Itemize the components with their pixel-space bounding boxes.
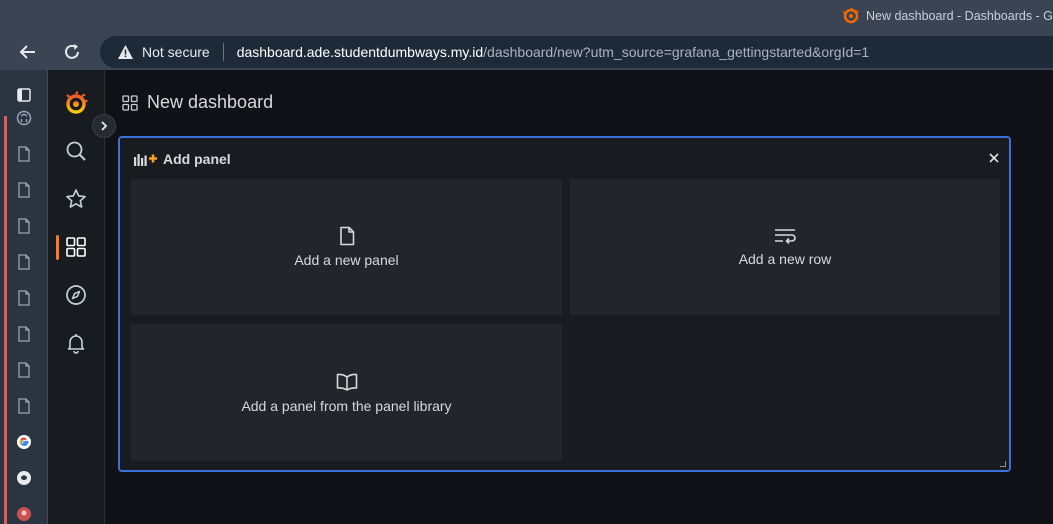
sidebar-item-page[interactable] bbox=[16, 218, 32, 234]
resize-handle[interactable] bbox=[1000, 461, 1006, 467]
warning-icon bbox=[117, 44, 134, 60]
dashboards-icon bbox=[65, 236, 87, 258]
nav-starred[interactable] bbox=[64, 187, 88, 211]
reload-button[interactable] bbox=[60, 40, 84, 64]
security-label[interactable]: Not secure bbox=[142, 44, 210, 60]
add-new-row-option[interactable]: Add a new row bbox=[570, 179, 1000, 315]
sidebar-item-github[interactable] bbox=[16, 470, 32, 486]
book-icon bbox=[336, 372, 358, 392]
google-icon bbox=[16, 434, 32, 450]
page-header: New dashboard bbox=[122, 92, 273, 113]
nav-dashboards[interactable] bbox=[64, 235, 88, 259]
address-bar[interactable]: Not secure dashboard.ade.studentdumbways… bbox=[100, 36, 1053, 68]
file-icon bbox=[338, 226, 356, 246]
row-icon bbox=[774, 227, 796, 245]
nav-active-indicator bbox=[56, 235, 59, 260]
sidebar-item-page[interactable] bbox=[16, 254, 32, 270]
add-panel-icon bbox=[134, 152, 158, 166]
chevron-right-icon bbox=[98, 120, 110, 132]
main-content: New dashboard Add panel Add a new panel … bbox=[105, 70, 1053, 524]
github-icon bbox=[16, 470, 32, 486]
add-new-panel-option[interactable]: Add a new panel bbox=[131, 179, 562, 315]
browser-navbar: Not secure dashboard.ade.studentdumbways… bbox=[0, 34, 1053, 70]
expand-menu-button[interactable] bbox=[92, 114, 116, 138]
sidebar-item-page[interactable] bbox=[16, 362, 32, 378]
browser-sidebar bbox=[0, 70, 48, 524]
url-path: /dashboard/new?utm_source=grafana_gettin… bbox=[483, 44, 870, 60]
url-host: dashboard.ade.studentdumbways.my.id bbox=[236, 44, 484, 60]
option-label: Add a new panel bbox=[294, 252, 399, 268]
sidebar-panel-toggle[interactable] bbox=[16, 87, 32, 103]
browser-titlebar: New dashboard - Dashboards - Gra bbox=[0, 0, 1053, 34]
nav-alerting[interactable] bbox=[64, 331, 88, 355]
grafana-logo-button[interactable] bbox=[64, 91, 88, 115]
search-icon bbox=[65, 140, 87, 162]
add-panel-widget: Add panel Add a new panel Add a new row … bbox=[118, 136, 1011, 472]
sidebar-group-indicator bbox=[4, 116, 7, 524]
sidebar-item-page[interactable] bbox=[16, 182, 32, 198]
sidebar-item-page[interactable] bbox=[16, 326, 32, 342]
grafana-favicon-icon bbox=[843, 8, 859, 24]
panel-title: Add panel bbox=[163, 151, 231, 167]
page-icon bbox=[17, 290, 31, 306]
grafana-logo-icon bbox=[64, 91, 88, 115]
back-button[interactable] bbox=[16, 40, 40, 64]
option-label: Add a panel from the panel library bbox=[241, 397, 452, 414]
close-icon bbox=[989, 153, 999, 163]
apps-icon bbox=[122, 94, 138, 111]
bell-icon bbox=[65, 332, 87, 354]
compass-icon bbox=[65, 284, 87, 306]
page-icon bbox=[17, 218, 31, 234]
page-icon bbox=[17, 326, 31, 342]
github-icon bbox=[16, 110, 32, 126]
page-title: New dashboard bbox=[147, 92, 274, 112]
sidebar-item-page[interactable] bbox=[16, 290, 32, 306]
grafana-sidenav bbox=[48, 70, 105, 524]
nav-explore[interactable] bbox=[64, 283, 88, 307]
back-arrow-icon bbox=[18, 42, 38, 62]
panel-toggle-icon bbox=[16, 87, 32, 103]
option-label: Add a new row bbox=[738, 251, 832, 267]
sidebar-item-app[interactable] bbox=[16, 506, 32, 522]
page-icon bbox=[17, 254, 31, 270]
sidebar-item-page[interactable] bbox=[16, 146, 32, 162]
sidebar-item-google[interactable] bbox=[16, 434, 32, 450]
page-icon bbox=[17, 362, 31, 378]
browser-tab[interactable]: New dashboard - Dashboards - Gra bbox=[843, 8, 1053, 24]
app-icon bbox=[16, 506, 32, 522]
panel-header: Add panel bbox=[134, 151, 231, 167]
page-icon bbox=[17, 146, 31, 162]
reload-icon bbox=[62, 42, 82, 62]
close-button[interactable] bbox=[986, 150, 1002, 166]
star-icon bbox=[65, 188, 87, 210]
page-icon bbox=[17, 182, 31, 198]
browser-tab-title: New dashboard - Dashboards - Gra bbox=[866, 9, 1053, 23]
url-divider bbox=[222, 43, 224, 61]
page-icon bbox=[17, 398, 31, 414]
sidebar-item-page[interactable] bbox=[16, 398, 32, 414]
add-panel-from-library-option[interactable]: Add a panel from the panel library bbox=[131, 324, 562, 461]
sidebar-item-github[interactable] bbox=[16, 110, 32, 126]
nav-search[interactable] bbox=[64, 139, 88, 163]
